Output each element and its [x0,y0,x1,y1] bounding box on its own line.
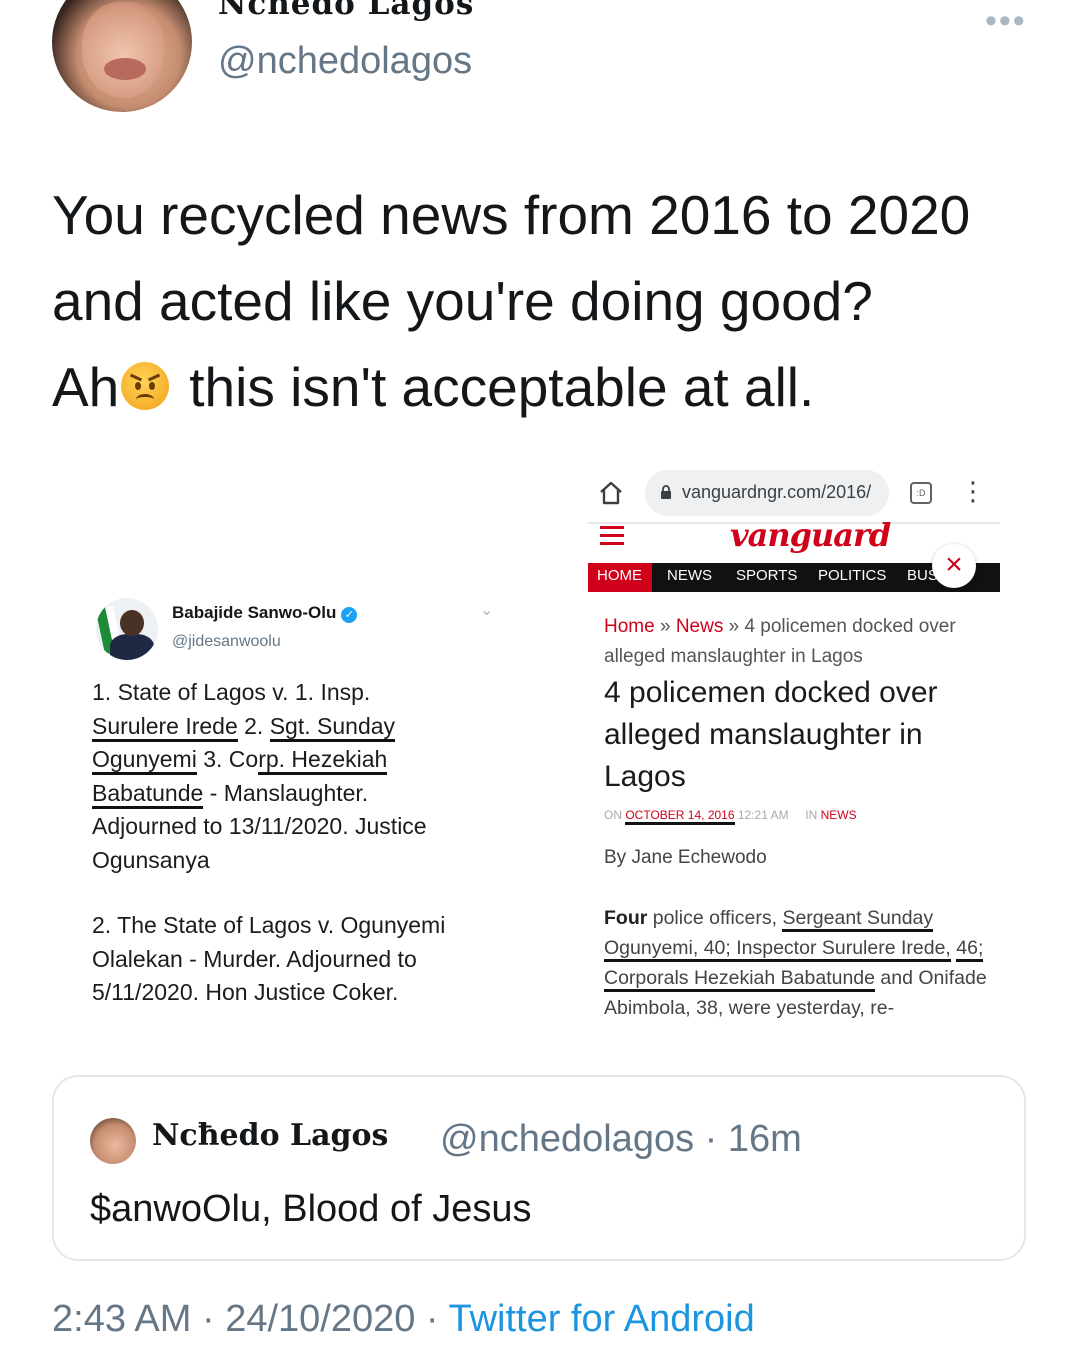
avatar-lips [104,58,146,80]
embedded-tweet-name: Babajide Sanwo-Olu ✓ [172,603,358,623]
nav-item-politics: POLITICS [818,567,887,584]
tab-switcher-icon: :D [910,482,932,504]
underlined-name: Ogunyemi [92,746,197,775]
tweet-line-3-prefix: Ah [52,356,120,418]
embedded-tweet-name-text: Babajide Sanwo-Olu [172,603,337,622]
url-text: vanguardngr.com/2016/ [682,482,872,502]
tweet-line-2: and acted like you're doing good? [52,270,873,332]
tweet-line-3: Ah this isn't acceptable at all. [52,344,1042,430]
underlined-name: Surulere Irede [92,712,238,742]
angry-face-emoji-icon [121,362,170,410]
quoted-tweet-handle-time: @nchedolagos · 16m [440,1118,802,1160]
author-display-name[interactable]: Ncħedo Lagos [218,0,474,22]
timestamp-text: 2:43 AM · 24/10/2020 · [52,1298,449,1340]
tweet-text: You recycled news from 2016 to 2020 and … [52,172,1042,430]
breadcrumb: Home » News » 4 policemen docked over al… [604,616,956,667]
nav-item-home: HOME [597,567,642,584]
nav-item-sports: SPORTS [736,567,798,584]
source-link[interactable]: Twitter for Android [448,1298,754,1340]
lock-icon [661,485,671,499]
more-options-icon[interactable]: ••• [985,2,1027,41]
author-handle[interactable]: @nchedolagos [218,40,472,83]
tweet-line-3-suffix: this isn't acceptable at all. [189,356,815,418]
quoted-tweet-avatar [90,1118,136,1164]
embedded-tweet-item-1: 1. State of Lagos v. 1. Insp. Surulere I… [92,679,427,873]
quoted-tweet-text: $anwoOlu, Blood of Jesus [90,1188,532,1230]
close-icon: × [932,544,976,588]
quoted-tweet-display-name: Ncħedo Lagos [152,1118,389,1153]
avatar-face [82,2,164,98]
article-byline: By Jane Echewodo [604,847,767,868]
chevron-down-icon: ⌄ [480,602,494,619]
nav-item-news: NEWS [667,567,712,584]
underlined-name: Sgt. Sunday [269,712,396,742]
article-body: Four police officers, Sergeant Sunday Og… [604,907,987,1019]
article-headline: 4 policemen docked over alleged manslaug… [604,676,938,793]
article-meta: ON OCTOBER 14, 2016 12:21 AM IN NEWS [604,808,857,825]
verified-badge-icon: ✓ [341,607,358,623]
home-icon [600,481,622,505]
embedded-tweet-handle: @jidesanwoolu [172,633,281,650]
article-date: OCTOBER 14, 2016 [625,808,735,825]
tweet-line-1: You recycled news from 2016 to 2020 [52,184,971,246]
hamburger-menu-icon [600,526,624,546]
embedded-tweet-item-2: 2. The State of Lagos v. Ogunyemi Olalek… [92,912,446,1005]
tweet-timestamp: 2:43 AM · 24/10/2020 · Twitter for Andro… [52,1298,755,1341]
kebab-menu-icon: ⋮ [960,476,986,506]
embedded-tweet-avatar [96,598,158,660]
quoted-tweet-card[interactable] [52,1075,1026,1261]
underlined-name: Babatunde [92,779,204,809]
author-avatar[interactable] [52,0,192,112]
site-logo: vanguard [730,516,891,554]
underlined-name: rp. Hezekiah [258,746,388,775]
